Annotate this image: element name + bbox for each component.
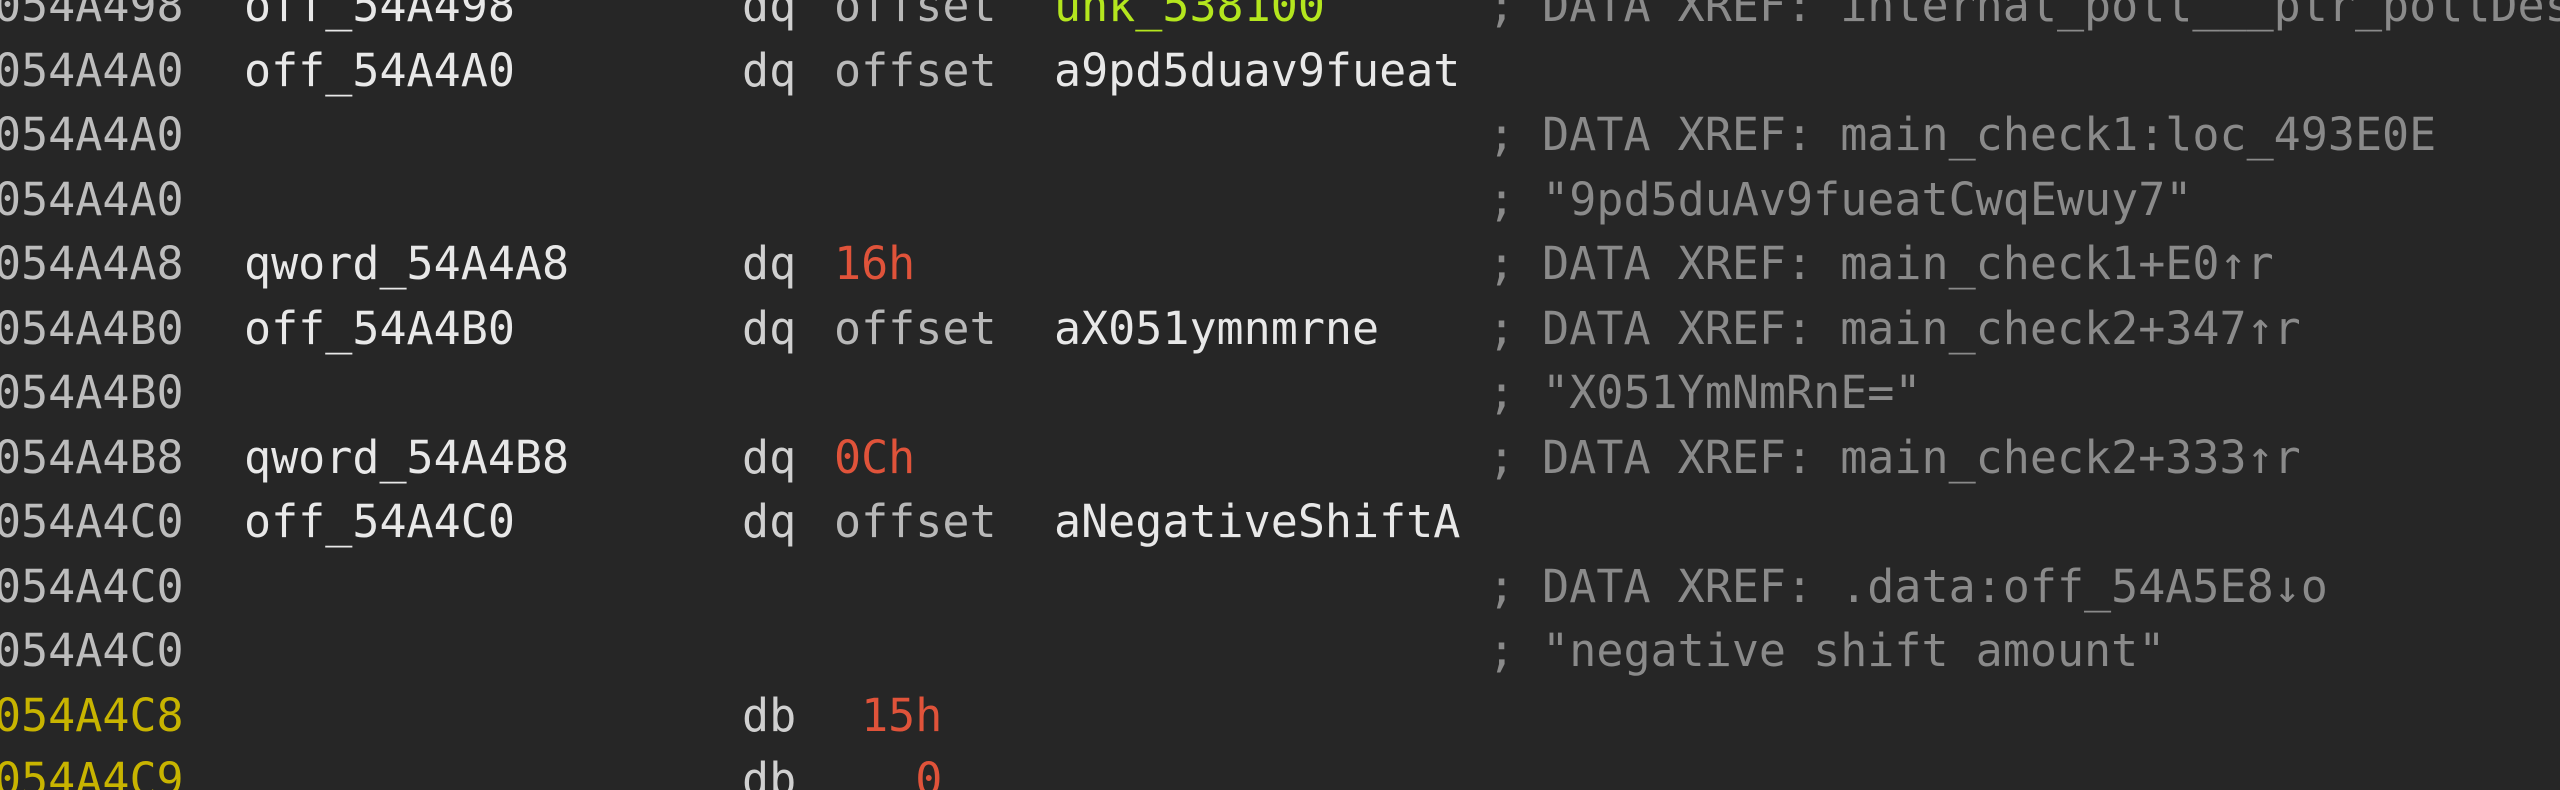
listing-row[interactable]: 054A498 off_54A498 dq offset unk_538100 ; DAT… xyxy=(0,0,2560,39)
row-operand[interactable]: 0Ch xyxy=(834,426,915,491)
listing-row[interactable]: 054A4A0 ; "9pd5duAv9fueatCwqEwuy7" xyxy=(0,168,2560,233)
row-operand[interactable]: aX051ymnmrne xyxy=(1054,297,1379,362)
row-address[interactable]: 054A4B0 xyxy=(0,361,184,426)
row-comment: ; DATA XREF: main_check1+E0↑r xyxy=(1488,237,2274,290)
row-name[interactable]: off_54A4A0 xyxy=(244,39,515,104)
row-address[interactable]: 054A498 xyxy=(0,0,184,39)
listing-row[interactable]: 054A4A0 off_54A4A0 dq offset a9pd5duav9fueat xyxy=(0,39,2560,104)
row-mnemonic: dq xyxy=(742,237,797,290)
row-comment: ; DATA XREF: .data:off_54A5E8↓o xyxy=(1488,559,2328,613)
row-keyword: offset xyxy=(834,301,997,355)
row-address[interactable]: 054A4A8 xyxy=(0,232,184,297)
row-address[interactable]: 054A4C0 xyxy=(0,555,184,620)
row-address[interactable]: 054A4B0 xyxy=(0,297,184,362)
listing-row[interactable]: 054A4B0 ; "X051YmNmRnE=" xyxy=(0,361,2560,426)
row-mnemonic: db xyxy=(742,753,797,790)
row-mnemonic: db xyxy=(742,688,797,742)
row-operand[interactable]: 16h xyxy=(834,232,915,297)
row-mnemonic: dq xyxy=(742,301,797,355)
row-comment: ; DATA XREF: main_check2+347↑r xyxy=(1488,301,2301,355)
row-name[interactable]: off_54A4C0 xyxy=(244,490,515,555)
row-operand[interactable]: aNegativeShiftA xyxy=(1054,490,1460,555)
row-address[interactable]: 054A4C8 xyxy=(0,684,184,749)
row-comment: ; DATA XREF: main_check2+333↑r xyxy=(1488,430,2301,484)
row-name[interactable]: off_54A498 xyxy=(244,0,515,39)
listing-row[interactable]: 054A4C0 ; DATA XREF: .data:off_54A5E8↓o xyxy=(0,555,2560,620)
listing-row[interactable]: 054A4A0 ; DATA XREF: main_check1:loc_493E… xyxy=(0,103,2560,168)
row-comment: ; "X051YmNmRnE=" xyxy=(1488,366,1922,419)
row-keyword: offset xyxy=(834,43,997,97)
row-comment: ; DATA XREF: internal_poll___ptr_pollDes… xyxy=(1488,0,2560,32)
disassembly-listing[interactable]: 054A498 off_54A498 dq offset unk_538100; DAT… xyxy=(0,0,2560,790)
row-name[interactable]: off_54A4B0 xyxy=(244,297,515,362)
listing-row[interactable]: 054A4A8 qword_54A4A8 dq 16h ; DATA XREF: mai… xyxy=(0,232,2560,297)
listing-row[interactable]: 054A4C9 db 0 xyxy=(0,748,2560,790)
listing-row[interactable]: 054A4C8 db 15h xyxy=(0,684,2560,749)
row-keyword: offset xyxy=(834,495,997,548)
listing-row[interactable]: 054A4C0 ; "negative shift amount" xyxy=(0,619,2560,684)
listing-row[interactable]: 054A4B0 off_54A4B0 dq offset aX051ymnmrne ; D… xyxy=(0,297,2560,362)
row-address[interactable]: 054A4B8 xyxy=(0,426,184,491)
row-comment: ; "negative shift amount" xyxy=(1488,624,2166,677)
row-mnemonic: dq xyxy=(742,430,797,484)
row-address[interactable]: 054A4C0 xyxy=(0,490,184,555)
row-name[interactable]: qword_54A4A8 xyxy=(244,232,569,297)
listing-row[interactable]: 054A4C0 off_54A4C0 dq offset aNegativeShiftA xyxy=(0,490,2560,555)
listing-row[interactable]: 054A4B8 qword_54A4B8 dq 0Ch ; DATA XREF: mai… xyxy=(0,426,2560,491)
row-mnemonic: dq xyxy=(742,0,797,32)
row-comment: ; DATA XREF: main_check1:loc_493E0E xyxy=(1488,108,2437,161)
row-mnemonic: dq xyxy=(742,43,797,97)
row-address[interactable]: 054A4C9 xyxy=(0,748,184,790)
row-operand[interactable]: 0 xyxy=(834,748,942,790)
row-operand[interactable]: a9pd5duav9fueat xyxy=(1054,39,1460,104)
row-address[interactable]: 054A4C0 xyxy=(0,619,184,684)
row-address[interactable]: 054A4A0 xyxy=(0,168,184,233)
row-address[interactable]: 054A4A0 xyxy=(0,103,184,168)
row-name[interactable]: qword_54A4B8 xyxy=(244,426,569,491)
row-comment: ; "9pd5duAv9fueatCwqEwuy7" xyxy=(1488,172,2193,226)
row-operand[interactable]: unk_538100 xyxy=(1054,0,1325,39)
row-mnemonic: dq xyxy=(742,495,797,548)
row-operand[interactable]: 15h xyxy=(834,684,942,749)
row-address[interactable]: 054A4A0 xyxy=(0,39,184,104)
row-keyword: offset xyxy=(834,0,997,32)
